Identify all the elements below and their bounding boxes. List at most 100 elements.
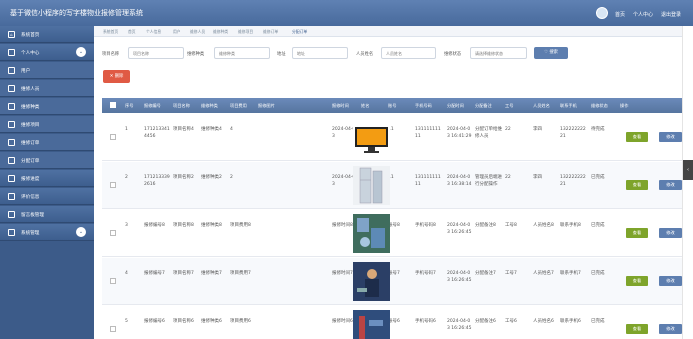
column-header: 工号 [505, 103, 514, 108]
tab-item[interactable]: 个人信息 [146, 29, 161, 35]
row-checkbox[interactable] [110, 230, 116, 236]
view-button[interactable]: 查看 [626, 276, 648, 286]
table-cell: 11 [388, 175, 394, 180]
edit-button[interactable]: 修改 [659, 132, 682, 142]
view-button[interactable]: 查看 [626, 132, 648, 142]
tab-item[interactable]: 首页 [128, 29, 136, 35]
table-cell: 项目名称8 [173, 223, 194, 228]
user-icon [8, 49, 15, 56]
tab-item[interactable]: 系统首页 [103, 29, 118, 35]
column-header: 操作 [620, 103, 629, 108]
edit-button[interactable]: 修改 [659, 324, 682, 334]
list-icon [8, 121, 15, 128]
sidebar-item-users[interactable]: 用户 [0, 62, 94, 79]
column-header: 项目费用 [230, 103, 247, 108]
table-cell: 4 [125, 271, 128, 276]
sidebar-item-home[interactable]: ⌂ 系统首页 [0, 26, 94, 43]
table-cell: 13111111111 [415, 175, 441, 187]
repair-image[interactable] [353, 310, 390, 339]
search-button[interactable]: ♡ 搜索 [534, 47, 568, 59]
home-icon: ⌂ [8, 31, 15, 38]
table-cell: 项目名称4 [173, 127, 194, 132]
repair-image[interactable] [353, 118, 390, 157]
sidebar-item-progress[interactable]: 报修进度 [0, 170, 94, 187]
edit-button[interactable]: 修改 [659, 228, 682, 238]
table-row: 21712133392616项目名称2维修种类222024-04-03张三111… [102, 162, 682, 209]
column-header: 分配时间 [447, 103, 464, 108]
view-button[interactable]: 查看 [626, 180, 648, 190]
column-header: 联系手机 [560, 103, 577, 108]
table-cell: 11 [388, 127, 394, 132]
home-link[interactable]: 首页 [615, 11, 625, 18]
select-all-checkbox[interactable] [110, 102, 116, 108]
collapse-handle[interactable]: ‹ [683, 160, 693, 180]
table-cell: 分配备注6 [475, 319, 496, 324]
table-header: 序号 报修编号 项目名称 维修种类 项目费用 报修图片 报修时间 姓名 账号 手… [102, 98, 682, 113]
table-cell: 工号8 [505, 223, 517, 228]
staff-name-label: 人员姓名 [356, 52, 374, 57]
table-cell: 1712133414456 [144, 127, 170, 139]
repair-type-input[interactable] [214, 47, 270, 59]
sidebar-item-reviews[interactable]: 评价信息 [0, 188, 94, 205]
sidebar-item-system[interactable]: 系统管理 ⌄ [0, 224, 94, 241]
column-header: 项目名称 [173, 103, 190, 108]
address-input[interactable] [292, 47, 348, 59]
repair-type-label: 维修种类 [187, 52, 205, 57]
row-checkbox[interactable] [110, 182, 116, 188]
user-icon [8, 85, 15, 92]
order-icon [8, 139, 15, 146]
delete-button[interactable]: ✕ 删除 [103, 70, 130, 83]
project-name-input[interactable] [128, 47, 184, 59]
sidebar-item-repair-type[interactable]: 维修种类 [0, 98, 94, 115]
sidebar-item-personal[interactable]: 个人中心 ⌄ [0, 44, 94, 61]
table-cell: 13111111111 [415, 127, 441, 139]
breadcrumb: 系统首页 首页 个人信息 用户 维修人员 维修种类 维修项目 维修订单 分配订单 [94, 26, 682, 37]
tab-item[interactable]: 维修人员 [190, 29, 205, 35]
message-icon [8, 211, 15, 218]
table-cell: 分配备注8 [475, 223, 496, 228]
tab-item[interactable]: 维修订单 [263, 29, 278, 35]
table-body: 11712133414456项目名称4维修种类442024-04-03张三111… [94, 114, 682, 339]
column-header: 手机号码 [415, 103, 432, 108]
sidebar-item-repair-project[interactable]: 维修项目 [0, 116, 94, 133]
table-cell: 4 [230, 127, 233, 132]
table-cell: 项目费用8 [230, 223, 251, 228]
view-button[interactable]: 查看 [626, 324, 648, 334]
progress-icon [8, 175, 15, 182]
profile-link[interactable]: 个人中心 [633, 11, 653, 18]
table-row: 4报修编号7项目名称7维修种类7项目费用7报修时间7姓名7账号7手机号码7202… [102, 258, 682, 305]
tab-item[interactable]: 用户 [173, 29, 181, 35]
table-row: 5报修编号6项目名称6维修种类6项目费用6报修时间6姓名6账号6手机号码6202… [102, 306, 682, 339]
repair-image[interactable] [353, 214, 390, 253]
repair-status-label: 维修状态 [444, 52, 462, 57]
chevron-down-icon[interactable]: ⌄ [76, 47, 86, 57]
table-cell: 账号6 [388, 319, 400, 324]
table-cell: 分配订单给维修人员 [475, 127, 502, 139]
view-button[interactable]: 查看 [626, 228, 648, 238]
tab-item-active[interactable]: 分配订单 [292, 29, 307, 35]
repair-image[interactable] [353, 262, 390, 301]
avatar[interactable] [596, 7, 608, 19]
chevron-down-icon[interactable]: ⌄ [76, 227, 86, 237]
repair-status-select[interactable] [470, 47, 527, 59]
table-cell: 李四 [533, 175, 542, 180]
table-cell: 1712133392616 [144, 175, 170, 187]
tab-item[interactable]: 维修种类 [213, 29, 228, 35]
edit-button[interactable]: 修改 [659, 180, 682, 190]
sidebar-item-messages[interactable]: 留言板管理 [0, 206, 94, 223]
edit-button[interactable]: 修改 [659, 276, 682, 286]
row-checkbox[interactable] [110, 326, 116, 332]
tab-item[interactable]: 维修项目 [238, 29, 253, 35]
sidebar-item-repair-staff[interactable]: 维修人员 [0, 80, 94, 97]
table-cell: 报修编号8 [144, 223, 165, 228]
sidebar-item-repair-order[interactable]: 维修订单 [0, 134, 94, 151]
row-checkbox[interactable] [110, 278, 116, 284]
repair-image[interactable] [353, 166, 390, 205]
row-checkbox[interactable] [110, 134, 116, 140]
staff-name-input[interactable] [381, 47, 436, 59]
logout-link[interactable]: 退出登录 [661, 11, 681, 18]
sidebar-item-assign-order[interactable]: 分配订单 [0, 152, 94, 169]
table-cell: 2024-04-03 16:38:14 [447, 175, 472, 187]
table-cell: 手机号码7 [415, 271, 436, 276]
scrollbar[interactable] [682, 26, 693, 339]
